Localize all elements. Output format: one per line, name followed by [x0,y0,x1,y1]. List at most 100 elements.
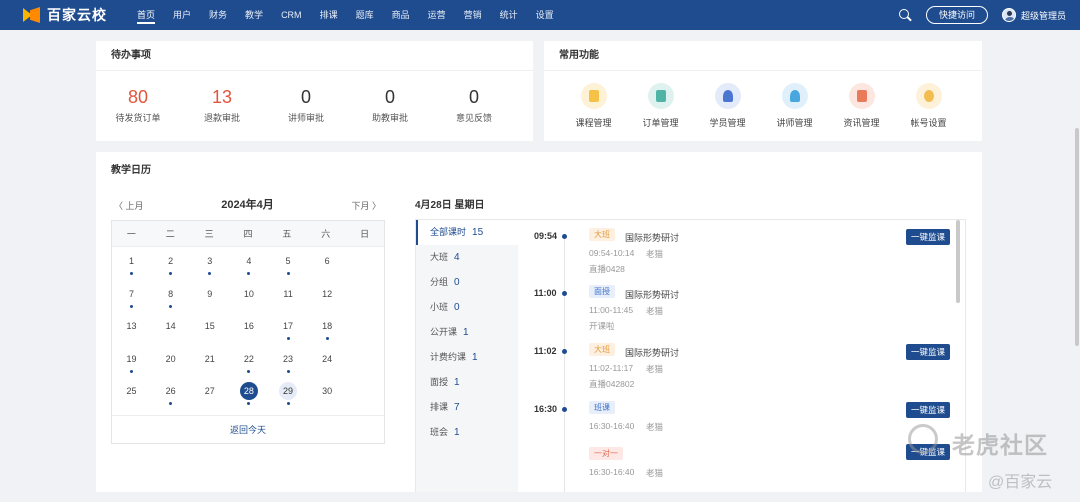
calendar-day[interactable]: 30 [308,379,347,412]
watermark: 老虎社区 @百家云 [908,422,1080,502]
nav-item-9[interactable]: 营销 [455,0,491,30]
calendar-day[interactable]: 25 [112,379,151,412]
calendar-day[interactable]: 24 [308,347,347,380]
monitor-class-button[interactable]: 一键监课 [906,402,950,418]
common-function-item[interactable]: 学员管理 [694,83,761,129]
category-item[interactable]: 面授 1 [416,370,518,395]
quick-access-button[interactable]: 快捷访问 [925,6,988,24]
todo-label: 意见反馈 [455,113,492,123]
category-label: 分组 [430,277,449,287]
calendar-day[interactable]: 9 [190,282,229,315]
calendar-day[interactable]: 28 [229,379,268,412]
event-type-badge: 大班 [589,343,615,356]
nav-item-7[interactable]: 商品 [383,0,419,30]
calendar-day[interactable]: 21 [190,347,229,380]
calendar-day[interactable]: 11 [269,282,308,315]
page-scrollbar[interactable] [1075,128,1079,346]
calendar-day[interactable]: 8 [151,282,190,315]
nav-item-11[interactable]: 设置 [527,0,563,30]
todo-count: 0 [384,87,395,107]
calendar-day[interactable]: 1 [112,249,151,282]
nav-item-8[interactable]: 运营 [419,0,455,30]
calendar-day[interactable]: 20 [151,347,190,380]
calendar-day[interactable]: 7 [112,282,151,315]
calendar-day-number: 6 [324,256,330,266]
weekday-label: 二 [165,229,175,239]
calendar-day-number: 29 [279,382,298,400]
category-item[interactable]: 公开课 1 [416,320,518,345]
event-name[interactable]: 国际形势研讨 [625,288,679,301]
calendar-day[interactable]: 26 [151,379,190,412]
next-month-button[interactable]: 下月 〉 [351,199,381,212]
nav-item-5[interactable]: 排课 [311,0,347,30]
common-functions-title: 常用功能 [544,41,982,71]
todo-label: 待发货订单 [115,113,161,123]
nav-item-10[interactable]: 统计 [491,0,527,30]
timeline-dot-icon [562,407,567,412]
calendar-day[interactable]: 6 [308,249,347,282]
monitor-class-button[interactable]: 一键监课 [906,229,950,245]
calendar-day[interactable]: 17 [269,314,308,347]
todo-count: 0 [300,87,311,107]
category-item[interactable]: 小班 0 [416,295,518,320]
common-function-item[interactable]: 资讯管理 [828,83,895,129]
category-item[interactable]: 分组 0 [416,270,518,295]
nav-item-6[interactable]: 题库 [347,0,383,30]
calendar-day[interactable]: 27 [190,379,229,412]
brand[interactable]: 百家云校 [23,5,128,25]
calendar-day[interactable]: 29 [269,379,308,412]
common-function-item[interactable]: 讲师管理 [761,83,828,129]
category-label: 排课 [430,402,449,412]
calendar-day[interactable]: 22 [229,347,268,380]
calendar-day[interactable]: 15 [190,314,229,347]
event-name[interactable]: 国际形势研讨 [625,346,679,359]
user-name: 超级管理员 [1020,10,1066,21]
calendar-day[interactable]: 5 [269,249,308,282]
category-item[interactable]: 计费约课 1 [416,345,518,370]
calendar-day[interactable]: 4 [229,249,268,282]
common-function-label: 讲师管理 [776,118,813,128]
nav-item-2[interactable]: 财务 [200,0,236,30]
todo-item[interactable]: 0 意见反馈 [432,85,516,124]
category-item[interactable]: 全部课时 15 [416,220,518,245]
calendar-day[interactable]: 18 [308,314,347,347]
user-menu[interactable]: 超级管理员 [1001,8,1066,22]
calendar-day[interactable]: 2 [151,249,190,282]
todo-item[interactable]: 80 待发货订单 [96,85,180,124]
back-to-today-button[interactable]: 返回今天 [112,415,384,443]
schedule-panel: 全部课时 15 大班 4 分组 0 小班 0 公开课 1 计费约课 1 面授 1 排课 7 班会 1 09:54 大… [415,219,966,492]
calendar-day-number: 14 [165,321,176,331]
calendar-day-number: 3 [207,256,213,266]
todo-item[interactable]: 0 讲师审批 [264,85,348,124]
category-item[interactable]: 班会 1 [416,420,518,445]
calendar-day[interactable]: 19 [112,347,151,380]
common-function-item[interactable]: 课程管理 [560,83,627,129]
calendar-day[interactable]: 3 [190,249,229,282]
search-icon[interactable] [898,8,912,22]
schedule-scrollbar[interactable] [956,220,960,303]
calendar-day[interactable]: 10 [229,282,268,315]
nav-item-4[interactable]: CRM [272,0,311,30]
calendar-day[interactable]: 13 [112,314,151,347]
nav-item-1[interactable]: 用户 [164,0,200,30]
event-name[interactable]: 国际形势研讨 [625,231,679,244]
category-item[interactable]: 大班 4 [416,245,518,270]
common-function-item[interactable]: 帐号设置 [895,83,962,129]
calendar-day[interactable]: 12 [308,282,347,315]
event-room: 开课啦 [589,321,615,331]
monitor-class-button[interactable]: 一键监课 [906,344,950,360]
calendar-day[interactable]: 14 [151,314,190,347]
category-item[interactable]: 排课 7 [416,395,518,420]
todo-item[interactable]: 13 退款审批 [180,85,264,124]
event-teacher: 老猫 [646,468,664,478]
calendar-day-number: 15 [204,321,215,331]
event-teacher: 老猫 [646,306,664,316]
event-time-range: 16:30-16:40 [589,467,635,477]
todo-item[interactable]: 0 助教审批 [348,85,432,124]
common-function-item[interactable]: 订单管理 [627,83,694,129]
nav-item-0[interactable]: 首页 [128,0,164,30]
calendar-day[interactable]: 23 [269,347,308,380]
calendar-day[interactable]: 16 [229,314,268,347]
todo-count: 13 [211,87,233,107]
nav-item-3[interactable]: 教学 [236,0,272,30]
